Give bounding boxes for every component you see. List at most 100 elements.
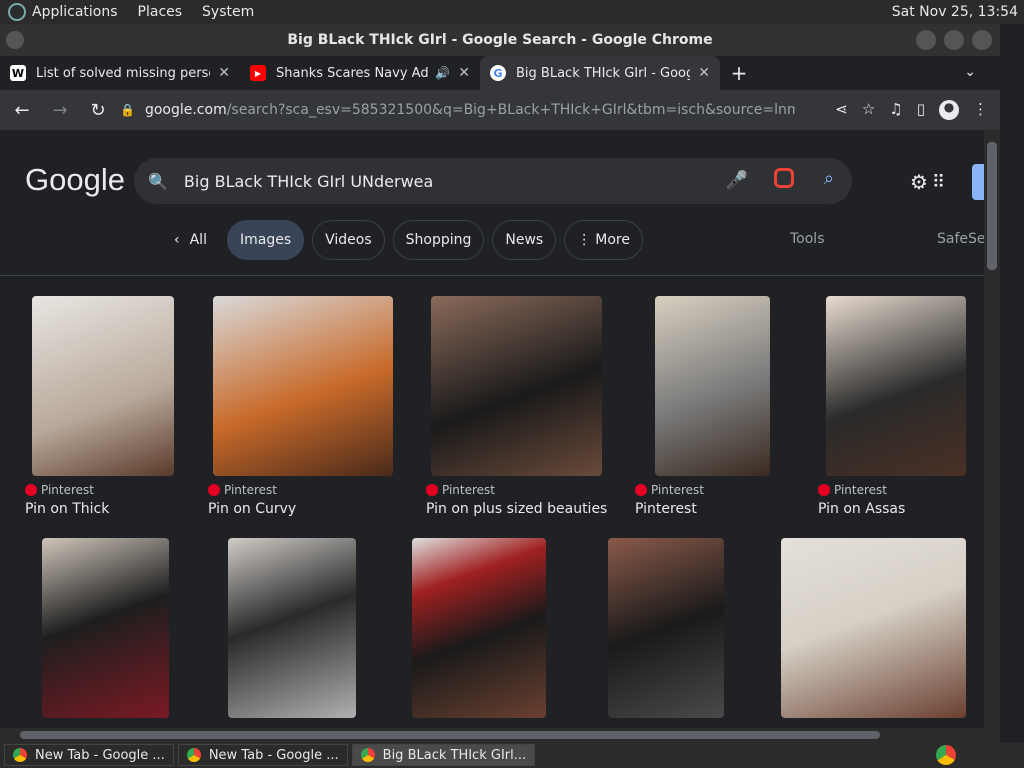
result-title[interactable]: Pin on Curvy xyxy=(208,501,296,517)
toolbar-actions: ⋖ ☆ ♫ ▯ ● ⋮ xyxy=(835,100,988,120)
result-title[interactable]: Pin on Thick xyxy=(25,501,109,517)
search-box[interactable]: 🔍 Big BLack THIck GIrl UNderwea 🎤 ⌕ xyxy=(134,158,852,204)
menu-system[interactable]: System xyxy=(202,4,254,20)
chrome-icon xyxy=(186,748,201,762)
google-lens-icon[interactable] xyxy=(774,168,794,188)
search-input[interactable]: Big BLack THIck GIrl UNderwea xyxy=(184,172,433,191)
youtube-icon: ▶ xyxy=(250,65,266,81)
tab-title: Big BLack THIck GIrl - Google xyxy=(516,65,691,81)
result-title[interactable]: Pin on Assas xyxy=(818,501,905,517)
result-title[interactable]: Pin on plus sized beauties xyxy=(426,501,607,517)
window-controls xyxy=(916,30,992,50)
desktop-top-bar: Applications Places System Sat Nov 25, 1… xyxy=(0,0,1024,24)
chip-all-label: All xyxy=(189,232,207,248)
pinterest-icon xyxy=(635,484,647,496)
close-window-icon[interactable] xyxy=(972,30,992,50)
new-tab-button[interactable]: + xyxy=(724,61,754,85)
address-bar[interactable]: 🔒 google.com/search?sca_esv=585321500&q=… xyxy=(110,94,860,126)
search-submit-icon[interactable]: ⌕ xyxy=(824,168,834,189)
chrome-menu-icon[interactable]: ⋮ xyxy=(973,100,988,120)
minimize-icon[interactable] xyxy=(916,30,936,50)
chip-news[interactable]: News xyxy=(492,220,557,260)
tab-google-search[interactable]: G Big BLack THIck GIrl - Google ✕ xyxy=(480,56,720,90)
pinterest-icon xyxy=(208,484,220,496)
result-source[interactable]: Pinterest xyxy=(208,483,277,497)
chip-all[interactable]: ‹ All xyxy=(170,220,219,260)
taskbar-item[interactable]: New Tab - Google ... xyxy=(177,744,348,766)
result-thumbnail[interactable] xyxy=(213,296,393,476)
result-title[interactable]: Pinterest xyxy=(635,501,697,517)
menu-places[interactable]: Places xyxy=(138,4,183,20)
clock[interactable]: Sat Nov 25, 13:54 xyxy=(892,4,1018,20)
result-thumbnail[interactable] xyxy=(32,296,174,476)
speaker-icon[interactable]: 🔊 xyxy=(435,66,450,80)
search-icon: 🔍 xyxy=(148,171,168,191)
safesearch-button[interactable]: SafeSe xyxy=(937,231,984,247)
horizontal-scrollbar[interactable] xyxy=(0,728,1000,742)
url-domain: google.com xyxy=(144,102,227,118)
taskbar-item[interactable]: New Tab - Google ... xyxy=(4,744,174,766)
tab-title: List of solved missing person xyxy=(36,65,211,81)
url-text[interactable]: google.com/search?sca_esv=585321500&q=Bi… xyxy=(145,102,795,118)
scrollbar-thumb[interactable] xyxy=(987,142,997,270)
chrome-icon xyxy=(13,748,27,762)
tab-close-icon[interactable]: ✕ xyxy=(458,65,470,81)
search-filter-chips: ‹ All Images Videos Shopping News ⋮ More xyxy=(170,220,643,260)
gnome-foot-icon[interactable] xyxy=(8,3,26,21)
result-source[interactable]: Pinterest xyxy=(25,483,94,497)
tab-close-icon[interactable]: ✕ xyxy=(218,65,230,81)
bookmark-star-icon[interactable]: ☆ xyxy=(862,100,875,120)
settings-gear-icon[interactable]: ⚙ xyxy=(910,170,928,194)
result-thumbnail[interactable] xyxy=(431,296,602,476)
microphone-icon[interactable]: 🎤 xyxy=(726,170,748,191)
tab-youtube[interactable]: ▶ Shanks Scares Navy Admi 🔊 ✕ xyxy=(240,56,480,90)
result-source[interactable]: Pinterest xyxy=(426,483,495,497)
scrollbar-thumb[interactable] xyxy=(20,731,880,739)
result-source[interactable]: Pinterest xyxy=(818,483,887,497)
result-thumbnail[interactable] xyxy=(42,538,169,718)
result-thumbnail[interactable] xyxy=(655,296,770,476)
lock-icon[interactable]: 🔒 xyxy=(120,103,135,117)
google-icon: G xyxy=(490,65,506,81)
chevron-left-icon: ‹ xyxy=(174,232,180,248)
result-thumbnail[interactable] xyxy=(228,538,356,718)
toolbar: ← → ↻ 🔒 google.com/search?sca_esv=585321… xyxy=(0,90,1000,130)
maximize-icon[interactable] xyxy=(944,30,964,50)
vertical-scrollbar[interactable] xyxy=(984,130,1000,728)
tab-wikipedia[interactable]: W List of solved missing person ✕ xyxy=(0,56,240,90)
menu-applications[interactable]: Applications xyxy=(32,4,118,20)
chip-shopping[interactable]: Shopping xyxy=(392,220,485,260)
sign-in-button[interactable] xyxy=(972,164,984,200)
window-title: Big BLack THIck GIrl - Google Search - G… xyxy=(287,32,713,48)
pinterest-icon xyxy=(25,484,37,496)
pinterest-icon xyxy=(426,484,438,496)
chrome-icon xyxy=(360,748,375,762)
result-source[interactable]: Pinterest xyxy=(635,483,704,497)
tab-search-chevron-icon[interactable]: ⌄ xyxy=(964,64,976,80)
profile-avatar-icon[interactable]: ● xyxy=(939,100,959,120)
google-logo[interactable]: Google xyxy=(25,162,125,198)
url-path: /search?sca_esv=585321500&q=Big+BLack+TH… xyxy=(226,102,795,118)
more-dots-icon: ⋮ xyxy=(577,232,592,248)
result-thumbnail[interactable] xyxy=(781,538,966,718)
side-panel-icon[interactable]: ▯ xyxy=(917,100,925,120)
apps-grid-icon[interactable]: ⠿ xyxy=(932,172,945,193)
chip-videos[interactable]: Videos xyxy=(312,220,385,260)
share-icon[interactable]: ⋖ xyxy=(835,100,848,120)
media-controls-icon[interactable]: ♫ xyxy=(889,100,902,120)
taskbar-item[interactable]: Big BLack THIck GIrl... xyxy=(351,744,536,766)
chip-images[interactable]: Images xyxy=(226,220,305,260)
result-thumbnail[interactable] xyxy=(608,538,724,718)
divider xyxy=(0,275,984,276)
result-thumbnail[interactable] xyxy=(826,296,966,476)
window-menu-icon[interactable] xyxy=(6,31,24,49)
tools-button[interactable]: Tools xyxy=(790,231,825,247)
forward-arrow-icon[interactable]: → xyxy=(44,100,76,121)
chip-more[interactable]: ⋮ More xyxy=(564,220,643,260)
pinterest-icon xyxy=(818,484,830,496)
tab-strip: W List of solved missing person ✕ ▶ Shan… xyxy=(0,56,1000,90)
result-thumbnail[interactable] xyxy=(412,538,546,718)
chrome-tray-icon[interactable] xyxy=(936,745,956,765)
back-arrow-icon[interactable]: ← xyxy=(6,100,38,121)
tab-close-icon[interactable]: ✕ xyxy=(698,65,710,81)
